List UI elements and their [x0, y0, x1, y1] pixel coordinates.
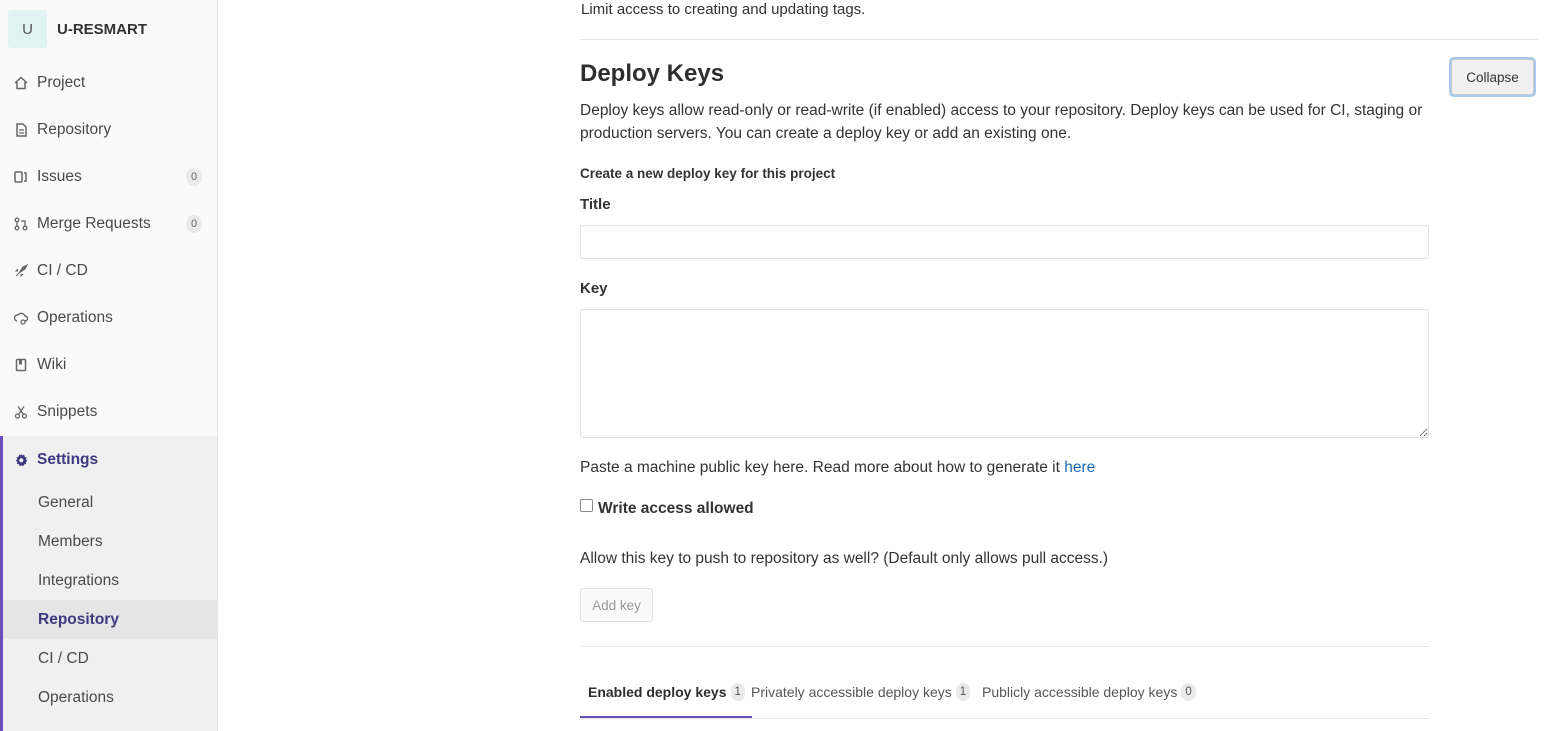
sidebar-item-snippets[interactable]: Snippets: [0, 392, 217, 432]
sidebar-item-issues[interactable]: Issues 0: [0, 157, 217, 197]
key-textarea[interactable]: [580, 309, 1429, 438]
settings-section: Settings General Members Integrations Re…: [0, 436, 217, 731]
sidebar-settings-label: Settings: [37, 451, 99, 468]
key-help-text-body: Paste a machine public key here. Read mo…: [580, 459, 1065, 476]
sidebar-item-label: Repository: [37, 121, 112, 138]
deploy-keys-tabs: Enabled deploy keys 1 Privately accessib…: [580, 674, 1429, 719]
add-key-button[interactable]: Add key: [580, 588, 653, 622]
sidebar: U U-RESMART Project Repository Issues 0 …: [0, 0, 218, 731]
project-name[interactable]: U-RESMART: [57, 21, 147, 38]
tab-privately-accessible-deploy-keys[interactable]: Privately accessible deploy keys 1: [751, 674, 971, 718]
sidebar-item-label: Project: [37, 74, 86, 91]
home-icon: [14, 76, 28, 90]
protected-tags-description: Limit access to creating and updating ta…: [581, 1, 866, 18]
sidebar-item-ci-cd[interactable]: CI / CD: [0, 251, 217, 291]
title-input[interactable]: [580, 225, 1429, 259]
scissors-icon: [14, 405, 28, 419]
settings-sub-members[interactable]: Members: [3, 522, 217, 561]
sidebar-item-label: CI / CD: [37, 262, 88, 279]
sidebar-item-settings[interactable]: Settings: [3, 440, 98, 480]
sidebar-item-repository[interactable]: Repository: [0, 110, 217, 150]
settings-sub-operations[interactable]: Operations: [3, 678, 217, 717]
sidebar-item-label: Issues: [37, 168, 82, 185]
merge-request-icon: [14, 217, 28, 231]
title-label: Title: [580, 196, 611, 213]
deploy-keys-title: Deploy Keys: [580, 60, 725, 87]
tab-count-badge: 1: [730, 683, 745, 701]
sidebar-item-label: Operations: [37, 309, 113, 326]
sidebar-item-label: Snippets: [37, 403, 98, 420]
write-access-help-text: Allow this key to push to repository as …: [580, 550, 1109, 567]
tab-label: Publicly accessible deploy keys: [982, 684, 1178, 700]
rocket-icon: [14, 264, 28, 278]
tab-label: Privately accessible deploy keys: [751, 684, 952, 700]
deploy-keys-description: Deploy keys allow read-only or read-writ…: [580, 102, 1423, 142]
collapse-button[interactable]: Collapse: [1451, 59, 1534, 95]
write-access-checkbox[interactable]: [580, 498, 593, 512]
project-header[interactable]: U U-RESMART: [8, 10, 147, 48]
settings-sub-ci-cd[interactable]: CI / CD: [3, 639, 217, 678]
section-divider: [580, 39, 1539, 40]
sidebar-item-merge-requests[interactable]: Merge Requests 0: [0, 204, 217, 244]
sidebar-item-project[interactable]: Project: [0, 63, 217, 103]
merge-requests-count-badge: 0: [186, 215, 202, 233]
write-access-row: Write access allowed: [580, 498, 754, 518]
gear-icon: [14, 453, 28, 467]
form-divider: [580, 646, 1429, 647]
sidebar-item-wiki[interactable]: Wiki: [0, 345, 217, 385]
key-label: Key: [580, 280, 608, 297]
tab-enabled-deploy-keys[interactable]: Enabled deploy keys 1: [580, 674, 752, 718]
generate-key-help-link[interactable]: here: [1064, 459, 1095, 476]
settings-sub-integrations[interactable]: Integrations: [3, 561, 217, 600]
main-content: Limit access to creating and updating ta…: [218, 0, 1555, 731]
cloud-gear-icon: [14, 311, 28, 325]
tab-count-badge: 1: [955, 683, 971, 701]
document-icon: [14, 123, 28, 137]
settings-sub-general[interactable]: General: [3, 483, 217, 522]
key-help-text: Paste a machine public key here. Read mo…: [580, 459, 1095, 477]
tab-count-badge: 0: [1181, 683, 1196, 701]
issues-count-badge: 0: [186, 168, 202, 186]
tab-publicly-accessible-deploy-keys[interactable]: Publicly accessible deploy keys 0: [982, 674, 1196, 718]
issues-icon: [14, 170, 28, 184]
settings-sub-repository[interactable]: Repository: [3, 600, 217, 639]
write-access-label[interactable]: Write access allowed: [598, 500, 754, 518]
create-deploy-key-heading: Create a new deploy key for this project: [580, 166, 836, 181]
sidebar-item-operations[interactable]: Operations: [0, 298, 217, 338]
sidebar-item-label: Wiki: [37, 356, 67, 373]
sidebar-item-label: Merge Requests: [37, 215, 151, 232]
project-avatar[interactable]: U: [8, 10, 47, 48]
book-icon: [14, 358, 28, 372]
tab-label: Enabled deploy keys: [588, 684, 727, 700]
